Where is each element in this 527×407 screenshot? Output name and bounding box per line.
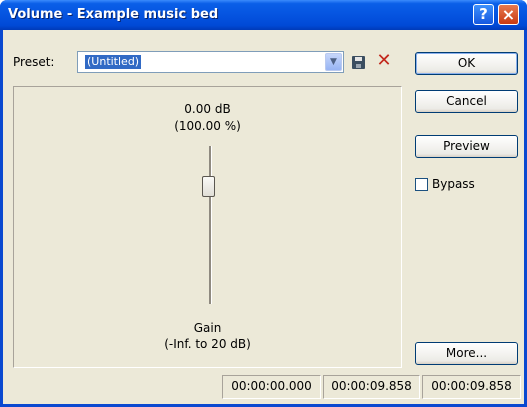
window-title: Volume - Example music bed: [8, 7, 219, 22]
preview-button[interactable]: Preview: [415, 135, 518, 158]
bypass-checkbox[interactable]: [415, 178, 428, 191]
help-button[interactable]: ?: [473, 4, 494, 25]
preset-combo[interactable]: (Untitled) ▼: [77, 51, 344, 73]
preset-label: Preset:: [13, 55, 55, 69]
gain-label: Gain: [193, 321, 222, 335]
cancel-button[interactable]: Cancel: [415, 90, 518, 113]
delete-preset-icon[interactable]: ✕: [374, 50, 394, 72]
status-selection-length: 00:00:09.858: [422, 375, 521, 399]
gain-range-label: (-Inf. to 20 dB): [164, 337, 251, 351]
ok-button[interactable]: OK: [415, 52, 518, 75]
status-selection-end: 00:00:09.858: [323, 375, 420, 399]
title-bar[interactable]: Volume - Example music bed ? ×: [0, 0, 527, 30]
chevron-down-icon[interactable]: ▼: [325, 53, 342, 71]
gain-slider-thumb[interactable]: [202, 176, 215, 197]
preset-value[interactable]: (Untitled): [85, 55, 142, 69]
close-button[interactable]: ×: [498, 4, 519, 25]
gain-percent-readout: (100.00 %): [174, 119, 241, 133]
gain-slider-track[interactable]: [209, 146, 212, 304]
more-button[interactable]: More...: [415, 342, 518, 365]
bypass-label[interactable]: Bypass: [432, 177, 475, 191]
save-preset-icon[interactable]: [352, 56, 365, 69]
status-selection-start: 00:00:00.000: [222, 375, 321, 399]
gain-db-readout: 0.00 dB: [184, 102, 231, 116]
gain-panel: 0.00 dB (100.00 %) Gain (-Inf. to 20 dB): [13, 86, 402, 368]
